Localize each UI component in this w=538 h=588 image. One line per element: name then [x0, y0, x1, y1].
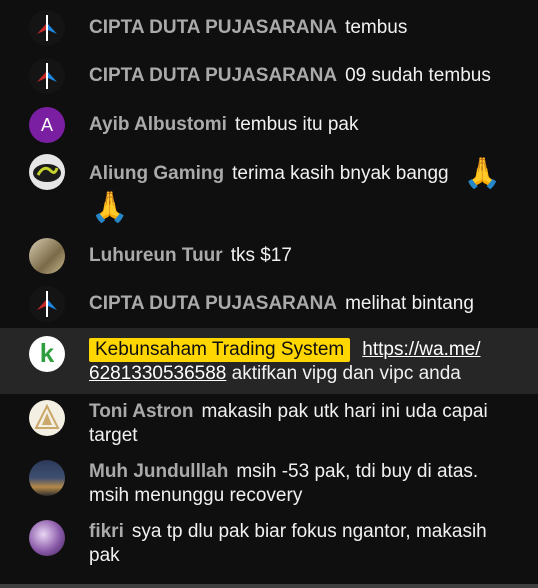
chat-message: Toni Astron makasih pak utk hari ini uda … — [0, 398, 538, 454]
message-text: tembus itu pak — [234, 114, 359, 135]
author-name[interactable]: Muh Jundulllah — [89, 461, 228, 482]
bottom-divider — [0, 584, 538, 588]
chat-message: A Ayib Albustomi tembus itu pak — [0, 105, 538, 145]
avatar-letter: k — [39, 338, 55, 368]
chat-message: Aliung Gaming terima kasih bnyak bangg 🙏 … — [0, 152, 538, 230]
logo-icon — [37, 63, 57, 89]
logo-icon — [37, 15, 57, 41]
avatar[interactable] — [29, 520, 65, 556]
author-name[interactable]: Aliung Gaming — [89, 163, 224, 184]
author-name[interactable]: Ayib Albustomi — [89, 114, 227, 135]
avatar[interactable] — [29, 154, 65, 190]
chat-message: CIPTA DUTA PUJASARANA melihat bintang — [0, 284, 538, 324]
chat-message: Muh Jundulllah msih -53 pak, tdi buy di a… — [0, 458, 538, 514]
pray-emoji-icon: 🙏 — [463, 157, 502, 190]
chat-message: fikri sya tp dlu pak biar fokus ngantor, … — [0, 518, 538, 574]
avatar[interactable] — [29, 286, 65, 322]
message-text: 09 sudah tembus — [345, 65, 491, 86]
message-text: melihat bintang — [345, 293, 474, 314]
avatar[interactable] — [29, 460, 65, 496]
avatar[interactable]: k — [29, 336, 65, 372]
chat-message-highlighted: k Kebunsaham Trading System https://wa.me… — [0, 328, 538, 394]
author-name[interactable]: CIPTA DUTA PUJASARANA — [89, 17, 337, 38]
avatar[interactable] — [29, 238, 65, 274]
author-name[interactable]: Luhureun Tuur — [89, 245, 223, 266]
avatar[interactable]: A — [29, 107, 65, 143]
message-text: tembus — [345, 17, 408, 38]
avatar-letter: A — [40, 115, 53, 135]
astron-logo-icon — [34, 403, 60, 429]
message-text: tks $17 — [230, 245, 292, 266]
message-text: aktifkan vipg dan vipc anda — [231, 363, 461, 384]
author-name[interactable]: CIPTA DUTA PUJASARANA — [89, 293, 337, 314]
pray-emoji-icon: 🙏 — [91, 191, 129, 224]
chat-message: CIPTA DUTA PUJASARANA 09 sudah tembus — [0, 56, 538, 96]
chat-message: Luhureun Tuur tks $17 — [0, 236, 538, 276]
message-text: terima kasih bnyak bangg — [232, 163, 449, 185]
author-name[interactable]: Toni Astron — [89, 401, 193, 422]
author-name[interactable]: fikri — [89, 521, 124, 542]
avatar[interactable] — [29, 58, 65, 94]
avatar[interactable] — [29, 10, 65, 46]
owner-author-badge[interactable]: Kebunsaham Trading System — [89, 338, 351, 362]
chat-message: CIPTA DUTA PUJASARANA tembus — [0, 8, 538, 48]
avatar[interactable] — [29, 400, 65, 436]
message-text: sya tp dlu pak biar fokus ngantor, makas… — [89, 521, 487, 566]
live-chat-list: CIPTA DUTA PUJASARANA tembus CIPTA DUTA P… — [0, 0, 538, 588]
gaming-logo-icon — [33, 164, 61, 182]
author-name[interactable]: CIPTA DUTA PUJASARANA — [89, 65, 337, 86]
logo-icon — [37, 291, 57, 317]
